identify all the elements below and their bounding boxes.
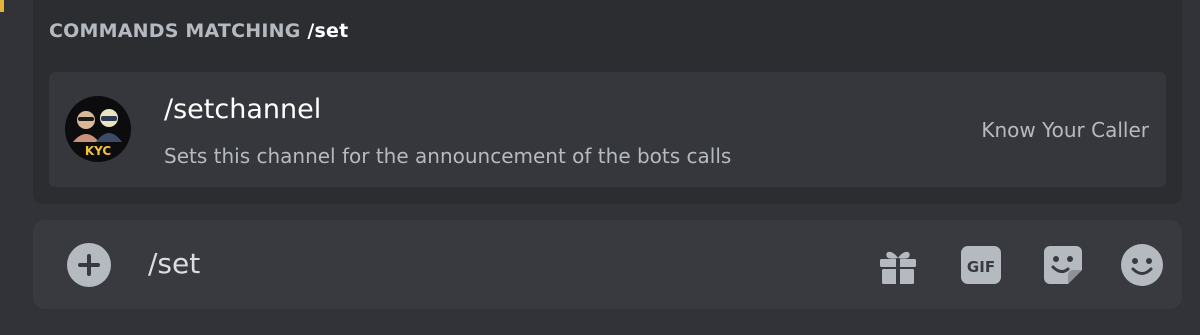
bot-avatar: KYC	[65, 96, 131, 162]
message-input[interactable]: /set	[148, 247, 200, 280]
command-name: /setchannel	[164, 94, 322, 125]
autocomplete-header-query: /set	[307, 20, 349, 42]
unread-indicator	[0, 0, 4, 12]
autocomplete-header: COMMANDS MATCHING /set	[49, 20, 348, 42]
svg-text:GIF: GIF	[967, 258, 995, 276]
sticker-icon[interactable]	[1041, 243, 1085, 287]
plus-circle-icon[interactable]	[67, 243, 111, 287]
svg-text:KYC: KYC	[85, 144, 112, 158]
command-autocomplete-popup: COMMANDS MATCHING /set KYC /setchannel S…	[33, 0, 1182, 204]
command-description: Sets this channel for the announcement o…	[164, 144, 732, 168]
command-source-app: Know Your Caller	[981, 118, 1149, 142]
gif-icon[interactable]: GIF	[959, 243, 1003, 287]
message-composer: /set GIF	[33, 220, 1182, 309]
autocomplete-header-label: COMMANDS MATCHING	[49, 20, 301, 42]
emoji-icon[interactable]	[1120, 243, 1164, 287]
gift-icon[interactable]	[876, 243, 920, 287]
command-option-setchannel[interactable]: KYC /setchannel Sets this channel for th…	[49, 72, 1166, 187]
